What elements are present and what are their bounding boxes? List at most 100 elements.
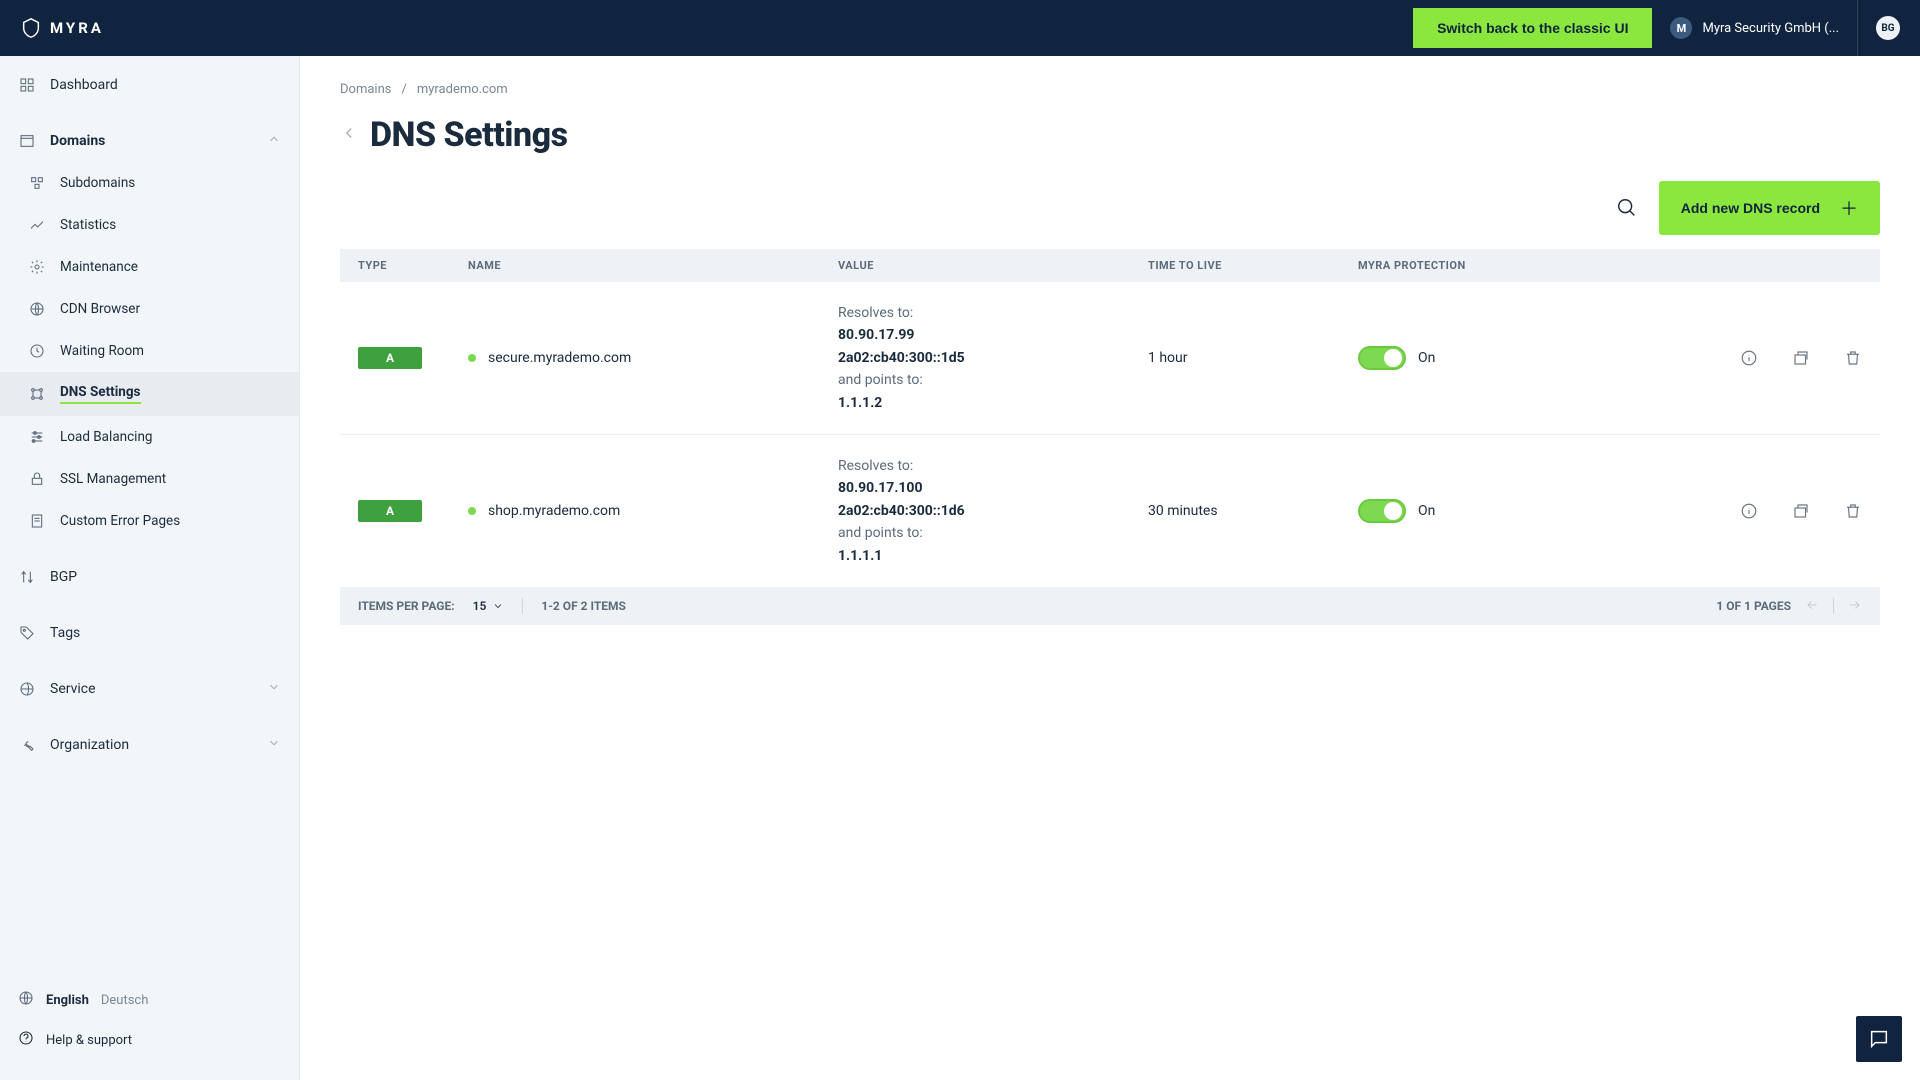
protection-toggle[interactable] [1358, 346, 1406, 370]
th-protection: MYRA PROTECTION [1358, 259, 1638, 272]
protection-label: On [1418, 503, 1435, 519]
clock-icon [28, 342, 46, 360]
sidebar-item-label: Load Balancing [60, 429, 153, 445]
lang-deutsch[interactable]: Deutsch [101, 993, 149, 1008]
page-title: DNS Settings [370, 115, 568, 155]
org-name: Myra Security GmbH (... [1702, 21, 1839, 36]
breadcrumb: Domains / myrademo.com [340, 82, 1880, 97]
page-range: 1 OF 1 PAGES [1716, 599, 1791, 613]
info-icon [1740, 349, 1758, 367]
dashboard-icon [18, 76, 36, 94]
assign-button[interactable] [1792, 349, 1810, 367]
assign-icon [1792, 502, 1810, 520]
delete-button[interactable] [1844, 502, 1862, 520]
sidebar-item-label: Waiting Room [60, 343, 144, 359]
chevron-down-icon [492, 600, 504, 612]
sidebar-item-label: Subdomains [60, 175, 135, 191]
assign-button[interactable] [1792, 502, 1810, 520]
sidebar-item-waiting-room[interactable]: Waiting Room [0, 330, 299, 372]
table-row[interactable]: A shop.myrademo.com Resolves to: 80.90.1… [340, 435, 1880, 588]
next-page-button[interactable] [1848, 598, 1862, 615]
sidebar-item-domains[interactable]: Domains [0, 120, 299, 162]
items-range: 1-2 OF 2 ITEMS [541, 599, 626, 613]
sidebar-item-maintenance[interactable]: Maintenance [0, 246, 299, 288]
sidebar-item-label: Custom Error Pages [60, 513, 180, 529]
sidebar-item-subdomains[interactable]: Subdomains [0, 162, 299, 204]
help-support-link[interactable]: Help & support [18, 1020, 281, 1060]
breadcrumb-domains[interactable]: Domains [340, 82, 391, 97]
app-header: MYRA Switch back to the classic UI M Myr… [0, 0, 1920, 56]
search-button[interactable] [1609, 190, 1645, 226]
divider [522, 598, 523, 614]
record-value: Resolves to: 80.90.17.100 2a02:cb40:300:… [838, 455, 1148, 567]
sidebar-item-statistics[interactable]: Statistics [0, 204, 299, 246]
org-switcher[interactable]: M Myra Security GmbH (... [1652, 0, 1858, 56]
sidebar-item-error-pages[interactable]: Custom Error Pages [0, 500, 299, 542]
bgp-icon [18, 568, 36, 586]
sidebar-item-bgp[interactable]: BGP [0, 556, 299, 598]
language-switcher[interactable]: English Deutsch [18, 980, 281, 1020]
chevron-up-icon [267, 132, 281, 150]
sidebar-item-cdn-browser[interactable]: CDN Browser [0, 288, 299, 330]
record-name: shop.myrademo.com [488, 503, 620, 519]
protection-label: On [1418, 350, 1435, 366]
sidebar-item-label: CDN Browser [60, 301, 140, 317]
help-label: Help & support [46, 1033, 132, 1048]
sidebar-item-organization[interactable]: Organization [0, 724, 299, 766]
brand-name: MYRA [50, 19, 104, 37]
prev-page-button[interactable] [1805, 598, 1819, 615]
sidebar-item-label: Service [50, 681, 96, 697]
sidebar-item-label: Organization [50, 737, 129, 753]
statistics-icon [28, 216, 46, 234]
status-dot-icon [468, 354, 476, 362]
table-row[interactable]: A secure.myrademo.com Resolves to: 80.90… [340, 282, 1880, 435]
dns-icon [28, 385, 46, 403]
protection-toggle[interactable] [1358, 499, 1406, 523]
sidebar-item-dashboard[interactable]: Dashboard [0, 64, 299, 106]
chevron-down-icon [267, 736, 281, 754]
info-icon [1740, 502, 1758, 520]
add-dns-record-button[interactable]: Add new DNS record ＋ [1659, 181, 1880, 235]
wrench-icon [18, 736, 36, 754]
chat-widget[interactable] [1856, 1016, 1902, 1062]
info-button[interactable] [1740, 502, 1758, 520]
subdomains-icon [28, 174, 46, 192]
th-value: VALUE [838, 259, 1148, 272]
lang-english[interactable]: English [46, 993, 89, 1008]
sidebar-item-label: Tags [50, 625, 80, 641]
back-button[interactable] [340, 124, 358, 146]
record-value: Resolves to: 80.90.17.99 2a02:cb40:300::… [838, 302, 1148, 414]
breadcrumb-separator: / [401, 82, 406, 97]
sidebar-item-tags[interactable]: Tags [0, 612, 299, 654]
table-footer: ITEMS PER PAGE: 15 1-2 OF 2 ITEMS 1 OF 1… [340, 588, 1880, 625]
switch-classic-button[interactable]: Switch back to the classic UI [1413, 8, 1652, 48]
sidebar-item-ssl[interactable]: SSL Management [0, 458, 299, 500]
page-icon [28, 512, 46, 530]
info-button[interactable] [1740, 349, 1758, 367]
sidebar-item-load-balancing[interactable]: Load Balancing [0, 416, 299, 458]
divider [1833, 598, 1834, 614]
user-menu[interactable]: BG [1858, 16, 1900, 40]
tag-icon [18, 624, 36, 642]
sidebar-footer: English Deutsch Help & support [0, 966, 299, 1080]
trash-icon [1844, 349, 1862, 367]
record-name: secure.myrademo.com [488, 350, 631, 366]
brand-logo[interactable]: MYRA [20, 17, 104, 39]
assign-icon [1792, 349, 1810, 367]
maintenance-icon [28, 258, 46, 276]
sidebar-item-label: BGP [50, 569, 77, 585]
sidebar-item-label: Dashboard [50, 77, 118, 93]
sidebar-item-service[interactable]: Service [0, 668, 299, 710]
window-icon [18, 132, 36, 150]
items-per-page-select[interactable]: 15 [473, 599, 505, 613]
main-content: Domains / myrademo.com DNS Settings Add … [300, 56, 1920, 1080]
help-icon [18, 1030, 34, 1050]
sidebar-item-dns-settings[interactable]: DNS Settings [0, 372, 299, 416]
th-ttl: TIME TO LIVE [1148, 259, 1358, 272]
sidebar-item-label: SSL Management [60, 471, 166, 487]
plus-icon: ＋ [1840, 195, 1858, 221]
add-button-label: Add new DNS record [1681, 200, 1820, 216]
globe-icon [18, 680, 36, 698]
delete-button[interactable] [1844, 349, 1862, 367]
th-type: TYPE [358, 259, 468, 272]
